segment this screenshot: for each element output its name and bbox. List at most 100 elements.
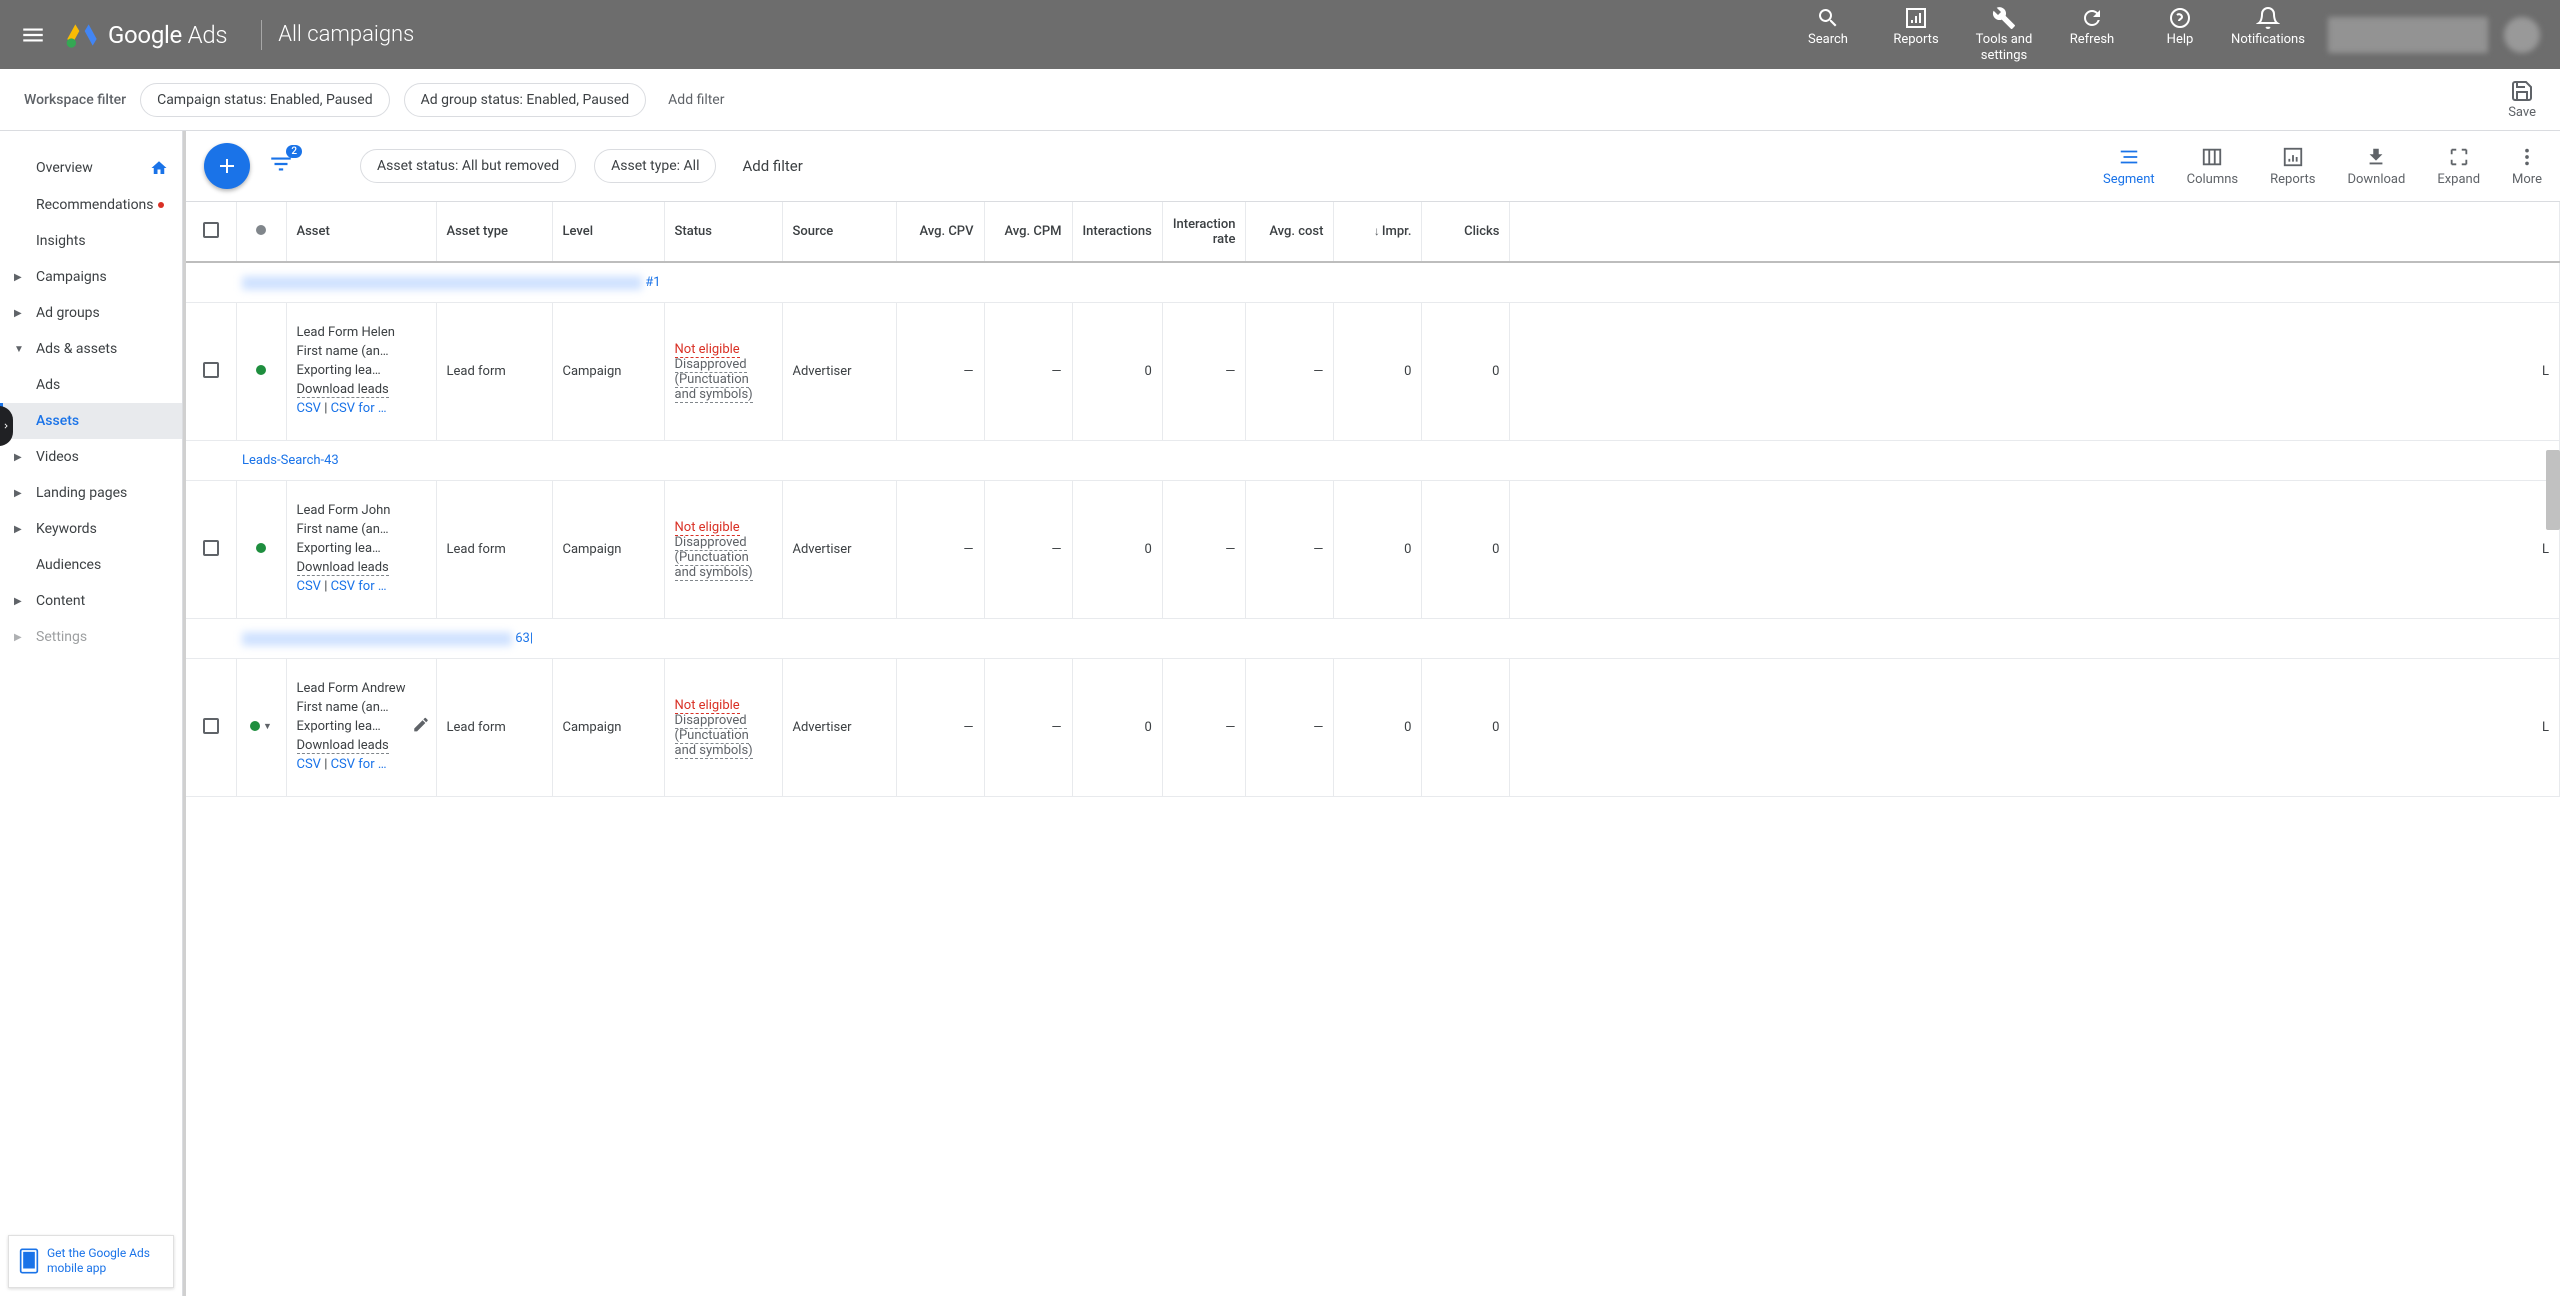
chevron-right-icon: ▶ — [14, 452, 30, 463]
help-tool[interactable]: Help — [2150, 6, 2210, 48]
overflow-col-header[interactable] — [1510, 202, 2560, 262]
status-disapproved[interactable]: Disapproved — [675, 535, 747, 551]
add-asset-button[interactable] — [204, 143, 250, 189]
sidebar-item-recommendations[interactable]: Recommendations — [0, 187, 182, 223]
campaign-status-chip[interactable]: Campaign status: Enabled, Paused — [140, 83, 390, 117]
interactions-header[interactable]: Interactions — [1072, 202, 1162, 262]
row-checkbox[interactable] — [186, 303, 236, 441]
interaction-rate-header[interactable]: Interaction rate — [1162, 202, 1246, 262]
status-text-header[interactable]: Status — [664, 202, 782, 262]
campaign-group-link[interactable]: Leads-Search-43 — [242, 453, 339, 468]
status-not-eligible[interactable]: Not eligible — [675, 698, 740, 714]
status-not-eligible[interactable]: Not eligible — [675, 520, 740, 536]
sidebar-item-adgroups[interactable]: ▶Ad groups — [0, 295, 182, 331]
save-workspace-filter[interactable]: Save — [2508, 79, 2536, 120]
caret-down-icon: ▼ — [263, 721, 272, 732]
status-header[interactable] — [236, 202, 286, 262]
refresh-icon — [2080, 6, 2104, 30]
segment-button[interactable]: Segment — [2103, 146, 2155, 187]
sidebar-item-audiences[interactable]: Audiences — [0, 547, 182, 583]
group-row: #1 — [186, 262, 2560, 303]
search-tool[interactable]: Search — [1798, 6, 1858, 48]
asset-header[interactable]: Asset — [286, 202, 436, 262]
content-area: 2 Asset status: All but removed Asset ty… — [183, 131, 2560, 1296]
account-info-redacted[interactable] — [2328, 17, 2488, 53]
add-content-filter[interactable]: Add filter — [734, 149, 810, 183]
csv-link[interactable]: CSV — [297, 579, 321, 594]
avatar[interactable] — [2504, 17, 2540, 53]
tools-settings-tool[interactable]: Tools and settings — [1974, 6, 2034, 63]
status-disapproved[interactable]: Disapproved — [675, 713, 747, 729]
download-button[interactable]: Download — [2347, 146, 2405, 187]
sidebar-item-videos[interactable]: ▶Videos — [0, 439, 182, 475]
sidebar-item-keywords[interactable]: ▶Keywords — [0, 511, 182, 547]
sidebar-item-settings[interactable]: ▶Settings — [0, 619, 182, 655]
sidebar-item-overview[interactable]: Overview — [0, 149, 182, 187]
header-tools: Search Reports Tools and settings Refres… — [1798, 6, 2298, 63]
impr-header[interactable]: ↓Impr. — [1334, 202, 1422, 262]
edit-pencil-icon[interactable] — [412, 715, 430, 740]
mobile-app-promo[interactable]: Get the Google Ads mobile app — [8, 1235, 174, 1288]
sidebar-item-campaigns[interactable]: ▶Campaigns — [0, 259, 182, 295]
select-all-header[interactable] — [186, 202, 236, 262]
status-reason[interactable]: (Punctuation and symbols) — [675, 728, 753, 759]
source-cell: Advertiser — [782, 481, 896, 619]
csv-link[interactable]: CSV — [297, 757, 321, 772]
adgroup-status-chip[interactable]: Ad group status: Enabled, Paused — [404, 83, 647, 117]
help-icon — [2168, 6, 2192, 30]
sidebar-item-assets[interactable]: Assets — [0, 403, 182, 439]
row-checkbox[interactable] — [186, 659, 236, 797]
level-header[interactable]: Level — [552, 202, 664, 262]
status-reason[interactable]: (Punctuation and symbols) — [675, 550, 753, 581]
sidebar-item-ads-assets[interactable]: ▼Ads & assets — [0, 331, 182, 367]
notifications-tool[interactable]: Notifications — [2238, 6, 2298, 48]
table-reports-button[interactable]: Reports — [2270, 146, 2315, 187]
csv-for-link[interactable]: CSV for … — [331, 401, 387, 416]
filter-button[interactable]: 2 — [268, 151, 294, 181]
avg-cpv-header[interactable]: Avg. CPV — [896, 202, 984, 262]
interactions-cell: 0 — [1072, 481, 1162, 619]
row-status-dot[interactable]: ▼ — [236, 659, 286, 797]
google-ads-logo[interactable]: Google Ads — [66, 19, 227, 51]
reports-tool[interactable]: Reports — [1886, 6, 1946, 48]
row-status-dot[interactable] — [236, 481, 286, 619]
asset-type-header[interactable]: Asset type — [436, 202, 552, 262]
sidebar-item-content[interactable]: ▶Content — [0, 583, 182, 619]
download-leads-link[interactable]: Download leads — [297, 382, 389, 398]
segment-icon — [2118, 146, 2140, 168]
avg-cpv-cell: — — [896, 659, 984, 797]
assets-table-wrap[interactable]: Asset Asset type Level Status Source Avg… — [186, 201, 2560, 1296]
expand-button[interactable]: Expand — [2437, 146, 2480, 187]
campaign-group-link[interactable]: 63| — [515, 631, 533, 646]
clicks-header[interactable]: Clicks — [1422, 202, 1510, 262]
campaign-selector[interactable]: All campaigns — [278, 22, 414, 47]
csv-link[interactable]: CSV — [297, 401, 321, 416]
download-leads-link[interactable]: Download leads — [297, 738, 389, 754]
sidebar-item-insights[interactable]: Insights — [0, 223, 182, 259]
row-status-dot[interactable] — [236, 303, 286, 441]
status-disapproved[interactable]: Disapproved — [675, 357, 747, 373]
status-reason[interactable]: (Punctuation and symbols) — [675, 372, 753, 403]
avg-cost-header[interactable]: Avg. cost — [1246, 202, 1334, 262]
columns-button[interactable]: Columns — [2187, 146, 2239, 187]
scrollbar-thumb[interactable] — [2546, 450, 2560, 530]
campaign-group-link[interactable]: #1 — [645, 275, 660, 290]
more-button[interactable]: More — [2512, 146, 2542, 187]
brand-text: Google Ads — [108, 21, 227, 49]
sidebar-item-landing-pages[interactable]: ▶Landing pages — [0, 475, 182, 511]
asset-cell: Lead Form Helen First name (an… Exportin… — [286, 303, 436, 441]
download-leads-link[interactable]: Download leads — [297, 560, 389, 576]
csv-for-link[interactable]: CSV for … — [331, 579, 387, 594]
status-not-eligible[interactable]: Not eligible — [675, 342, 740, 358]
avg-cost-cell: — — [1246, 303, 1334, 441]
add-workspace-filter[interactable]: Add filter — [660, 84, 732, 116]
asset-status-chip[interactable]: Asset status: All but removed — [360, 149, 576, 183]
sidebar-item-ads[interactable]: Ads — [0, 367, 182, 403]
asset-type-chip[interactable]: Asset type: All — [594, 149, 716, 183]
csv-for-link[interactable]: CSV for … — [331, 757, 387, 772]
hamburger-menu-icon[interactable] — [20, 22, 46, 48]
row-checkbox[interactable] — [186, 481, 236, 619]
avg-cpm-header[interactable]: Avg. CPM — [984, 202, 1072, 262]
source-header[interactable]: Source — [782, 202, 896, 262]
refresh-tool[interactable]: Refresh — [2062, 6, 2122, 48]
